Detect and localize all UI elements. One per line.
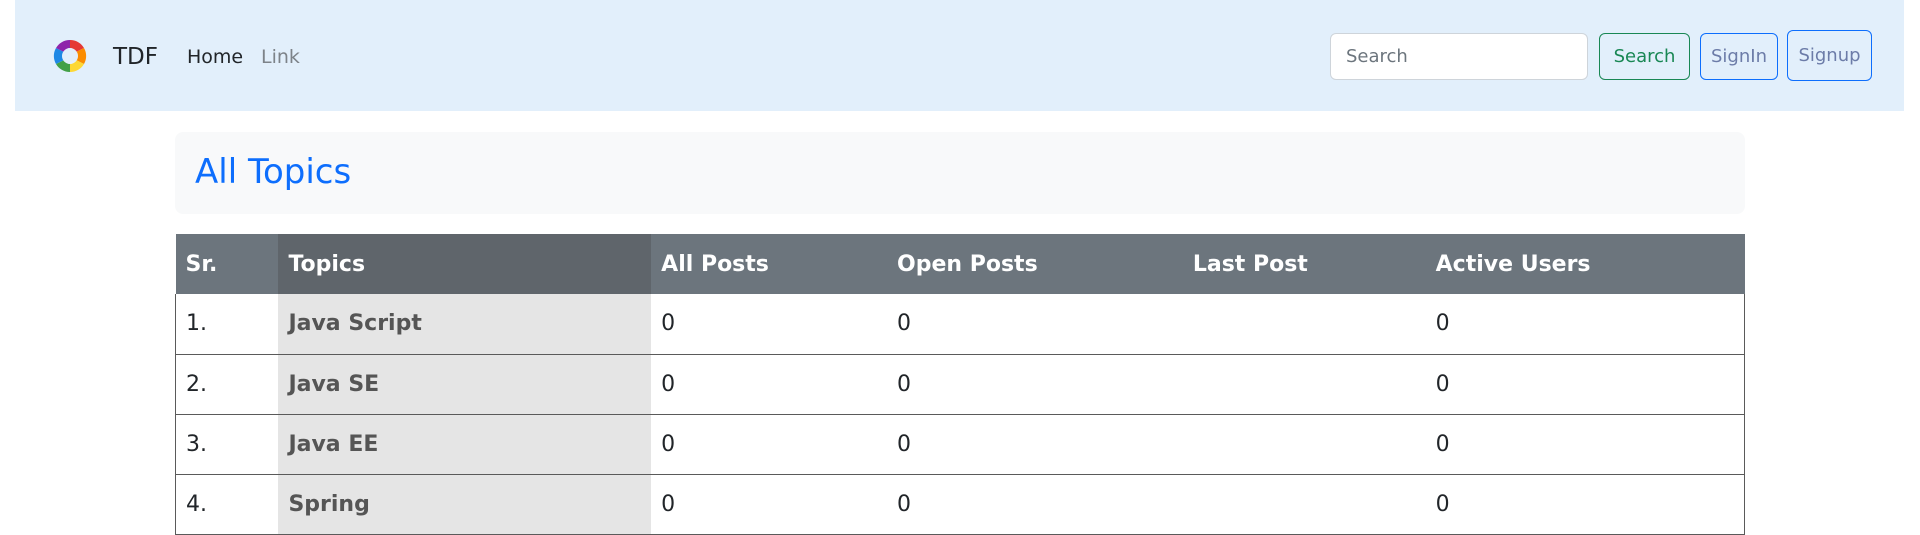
row-serial: 4. — [175, 474, 279, 535]
row-serial: 2. — [175, 354, 279, 415]
column-header-all-posts: All Posts — [651, 234, 888, 294]
brand-logo-icon[interactable] — [49, 35, 91, 77]
table-row[interactable]: 2. Java SE 0 0 0 — [175, 354, 1745, 415]
row-topic[interactable]: Java SE — [278, 354, 652, 415]
row-serial: 1. — [175, 294, 279, 355]
row-active-users: 0 — [1425, 414, 1745, 475]
column-header-sr: Sr. — [175, 234, 279, 294]
column-header-last-post: Last Post — [1182, 234, 1426, 294]
row-last-post — [1182, 414, 1426, 475]
row-open-posts: 0 — [887, 354, 1183, 415]
column-header-open-posts: Open Posts — [887, 234, 1183, 294]
row-all-posts: 0 — [651, 474, 888, 535]
signin-button[interactable]: SignIn — [1700, 33, 1778, 80]
table-row[interactable]: 1. Java Script 0 0 0 — [175, 294, 1745, 355]
row-active-users: 0 — [1425, 294, 1745, 355]
row-all-posts: 0 — [651, 414, 888, 475]
column-header-topics: Topics — [278, 234, 652, 294]
row-topic[interactable]: Java Script — [278, 294, 652, 355]
row-last-post — [1182, 294, 1426, 355]
row-topic[interactable]: Java EE — [278, 414, 652, 475]
table-row[interactable]: 3. Java EE 0 0 0 — [175, 414, 1745, 475]
page-header: All Topics — [175, 132, 1745, 214]
row-topic[interactable]: Spring — [278, 474, 652, 535]
column-header-active-users: Active Users — [1425, 234, 1745, 294]
brand-name[interactable]: TDF — [113, 44, 158, 70]
row-all-posts: 0 — [651, 294, 888, 355]
search-button[interactable]: Search — [1599, 33, 1690, 80]
row-active-users: 0 — [1425, 474, 1745, 535]
row-serial: 3. — [175, 414, 279, 475]
nav-link-home[interactable]: Home — [187, 46, 243, 68]
search-input[interactable] — [1330, 33, 1588, 80]
row-active-users: 0 — [1425, 354, 1745, 415]
row-all-posts: 0 — [651, 354, 888, 415]
row-open-posts: 0 — [887, 294, 1183, 355]
row-open-posts: 0 — [887, 414, 1183, 475]
nav-link-link[interactable]: Link — [261, 46, 300, 68]
table-row[interactable]: 4. Spring 0 0 0 — [175, 474, 1745, 535]
row-open-posts: 0 — [887, 474, 1183, 535]
topics-table: Sr. Topics All Posts Open Posts Last Pos… — [175, 234, 1745, 535]
row-last-post — [1182, 474, 1426, 535]
page-title: All Topics — [195, 152, 352, 192]
top-navbar: TDF Home Link Search SignIn Signup — [15, 0, 1904, 111]
row-last-post — [1182, 354, 1426, 415]
table-header-row: Sr. Topics All Posts Open Posts Last Pos… — [175, 234, 1745, 294]
signup-button[interactable]: Signup — [1787, 30, 1872, 81]
